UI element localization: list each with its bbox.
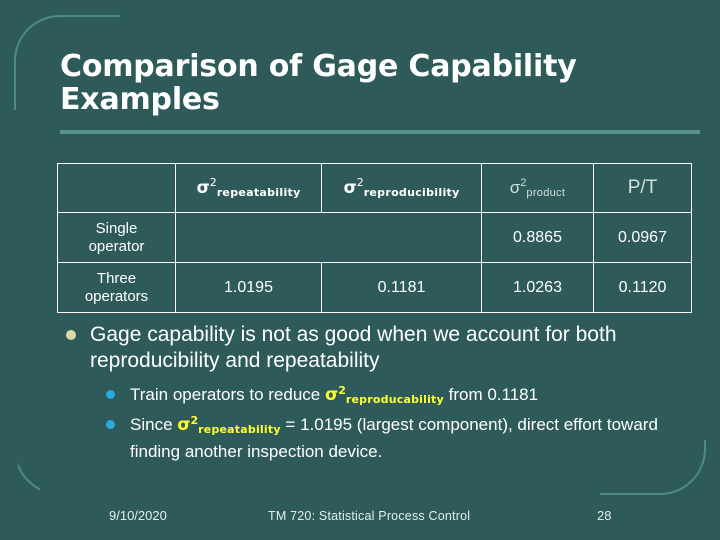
- row-label-line2: operator: [88, 237, 145, 255]
- pt-ratio-label: P/T: [627, 177, 658, 198]
- header-cell-blank: [57, 163, 176, 213]
- row-label-line1: Single: [95, 219, 138, 237]
- sub-bullet-dot-icon: [106, 420, 115, 429]
- slide: Comparison of Gage Capability Examples σ…: [0, 0, 720, 540]
- sigma-sq-reproducibility: σ2reproducibility: [343, 176, 460, 199]
- sigma-subscript: repeatability: [216, 186, 301, 199]
- cell-three-pt: 0.1120: [593, 262, 692, 313]
- sigma-exponent: 2: [209, 176, 217, 189]
- table-row-three-operators: Three operators 1.0195 0.1181 1.0263 0.1…: [57, 262, 692, 313]
- header-cell-product: σ2product: [481, 163, 594, 213]
- sigma-subscript: repeatability: [198, 423, 281, 436]
- bullet-sub-2: Since σ2repeatability = 1.0195 (largest …: [57, 412, 697, 464]
- row-label-single-operator: Single operator: [57, 212, 176, 263]
- cell-single-merged-empty: [175, 212, 482, 263]
- bullet-sub-1-pre: Train operators to reduce: [130, 385, 325, 404]
- bullet-dot-icon: [66, 330, 76, 340]
- row-label-line2: operators: [84, 287, 149, 305]
- footer-page-number: 28: [597, 508, 612, 523]
- table-header-row: σ2repeatability σ2reproducibility σ2prod…: [57, 163, 692, 213]
- footer-date: 9/10/2020: [109, 508, 167, 523]
- cell-single-product: 0.8865: [481, 212, 594, 263]
- sigma-exponent: 2: [190, 414, 199, 427]
- sigma-subscript: reproducibility: [363, 186, 460, 199]
- cell-single-pt: 0.0967: [593, 212, 692, 263]
- sigma-exponent: 2: [338, 384, 346, 397]
- frame-mask-bottom: [40, 488, 600, 510]
- title-underline-rule: [60, 130, 700, 134]
- frame-mask-top: [120, 8, 720, 34]
- sigma-subscript: reproducability: [345, 393, 444, 406]
- gage-capability-table: σ2repeatability σ2reproducibility σ2prod…: [57, 163, 692, 313]
- sigma-sq-repeatability: σ2repeatability: [196, 176, 301, 199]
- bullet-main: Gage capability is not as good when we a…: [57, 322, 697, 374]
- sigma-subscript: product: [526, 187, 566, 199]
- header-cell-pt: P/T: [593, 163, 692, 213]
- sigma-sq-product: σ2product: [509, 177, 566, 199]
- row-label-three-operators: Three operators: [57, 262, 176, 313]
- cell-three-repeatability: 1.0195: [175, 262, 322, 313]
- sigma-sq-reproducability-inline: σ2reproducability: [324, 384, 444, 406]
- header-cell-reproducibility: σ2reproducibility: [321, 163, 482, 213]
- bullet-sub-2-pre: Since: [130, 415, 178, 434]
- bullet-list: Gage capability is not as good when we a…: [57, 322, 697, 464]
- frame-mask-left: [0, 110, 18, 470]
- footer-course-title: TM 720: Statistical Process Control: [268, 509, 471, 523]
- sub-bullet-dot-icon: [106, 390, 115, 399]
- bullet-main-text: Gage capability is not as good when we a…: [90, 323, 617, 372]
- gage-capability-table-wrapper: σ2repeatability σ2reproducibility σ2prod…: [57, 163, 692, 313]
- header-cell-repeatability: σ2repeatability: [175, 163, 322, 213]
- sigma-exponent: 2: [356, 176, 364, 189]
- slide-title: Comparison of Gage Capability Examples: [60, 49, 577, 117]
- sigma-sq-repeatability-inline: σ2repeatability: [177, 414, 281, 436]
- table-row-single-operator: Single operator 0.8865 0.0967: [57, 212, 692, 263]
- cell-three-product: 1.0263: [481, 262, 594, 313]
- row-label-line1: Three: [96, 269, 137, 287]
- cell-three-reproducibility: 0.1181: [321, 262, 482, 313]
- bullet-sub-1-post: from 0.1181: [443, 385, 539, 404]
- bullet-sub-1: Train operators to reduce σ2reproducabil…: [57, 382, 697, 409]
